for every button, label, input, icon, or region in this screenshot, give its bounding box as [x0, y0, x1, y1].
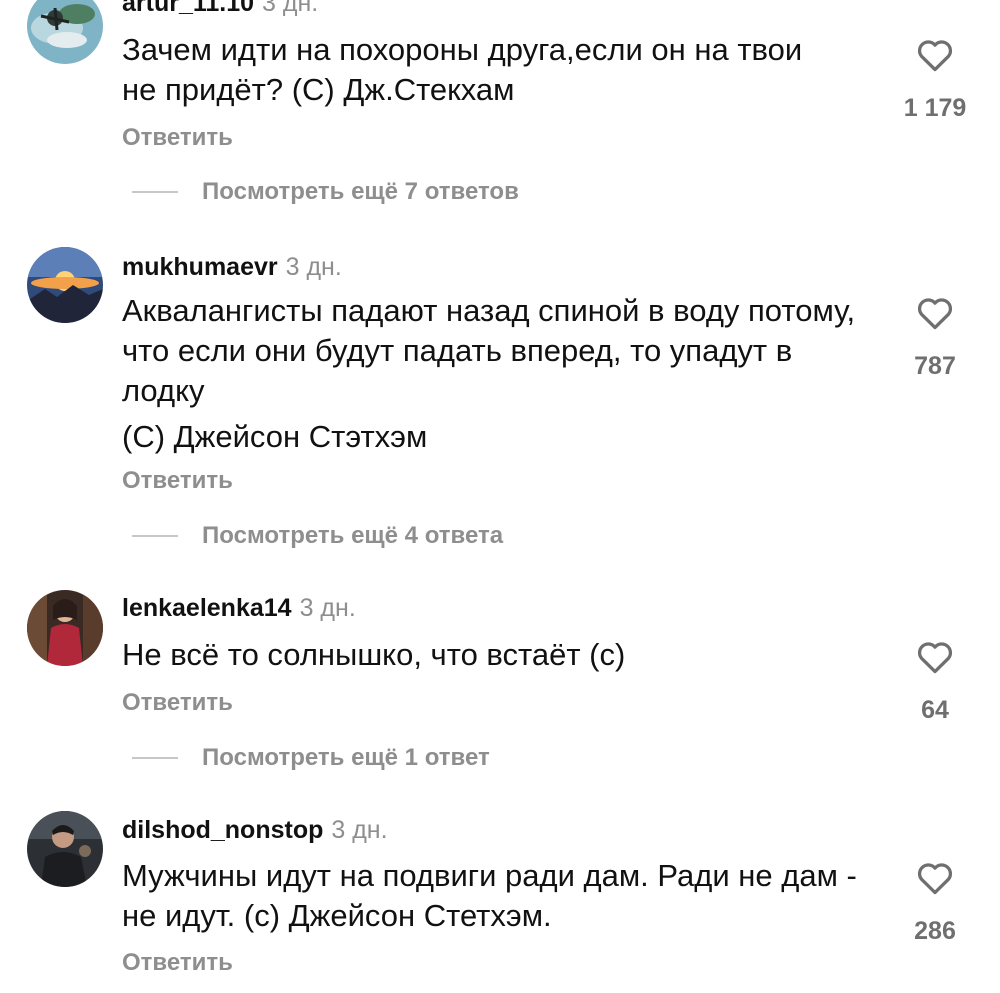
avatar[interactable] [27, 247, 103, 323]
comment-paragraph: Не всё то солнышко, что встаёт (с) [122, 637, 626, 672]
comment-paragraph: Мужчины идут на подвиги ради дам. Ради н… [122, 858, 857, 933]
timestamp: 3 дн. [285, 253, 342, 281]
heart-outline-icon[interactable] [915, 294, 955, 330]
like-button[interactable]: 64 [898, 638, 972, 725]
like-count: 286 [914, 917, 956, 945]
divider [132, 757, 178, 759]
comment-meta: mukhumaevr 3 дн. [122, 252, 342, 282]
reply-button[interactable]: Ответить [122, 948, 233, 978]
comment-text: Аквалангисты падают назад спиной в воду … [122, 291, 862, 457]
like-button[interactable]: 286 [898, 859, 972, 946]
timestamp: 3 дн. [262, 0, 319, 17]
comment-meta: lenkaelenka14 3 дн. [122, 593, 356, 623]
comment-paragraph: Зачем идти на похороны друга,если он на … [122, 32, 803, 107]
comment-paragraph: Аквалангисты падают назад спиной в воду … [122, 293, 856, 408]
heart-outline-icon[interactable] [915, 36, 955, 72]
username[interactable]: artur_11.10 [122, 0, 254, 17]
timestamp: 3 дн. [299, 594, 356, 622]
comment-text: Не всё то солнышко, что встаёт (с) [122, 635, 882, 675]
heart-outline-icon[interactable] [915, 638, 955, 674]
like-button[interactable]: 1 179 [898, 36, 972, 123]
view-replies-label: Посмотреть ещё 7 ответов [202, 178, 519, 205]
username[interactable]: dilshod_nonstop [122, 816, 323, 844]
timestamp: 3 дн. [331, 816, 388, 844]
comment-meta: dilshod_nonstop 3 дн. [122, 815, 388, 845]
comment-text: Зачем идти на похороны друга,если он на … [122, 30, 842, 110]
view-replies-button[interactable]: Посмотреть ещё 4 ответа [132, 521, 503, 551]
like-count: 787 [914, 352, 956, 380]
avatar[interactable] [27, 590, 103, 666]
divider [132, 535, 178, 537]
reply-button[interactable]: Ответить [122, 123, 233, 153]
view-replies-label: Посмотреть ещё 4 ответа [202, 522, 504, 549]
avatar[interactable] [27, 811, 103, 887]
username[interactable]: lenkaelenka14 [122, 594, 292, 622]
reply-button[interactable]: Ответить [122, 466, 233, 496]
comment-paragraph: (С) Джейсон Стэтхэм [122, 419, 428, 454]
view-replies-button[interactable]: Посмотреть ещё 7 ответов [132, 177, 519, 207]
like-button[interactable]: 787 [898, 294, 972, 381]
reply-button[interactable]: Ответить [122, 688, 233, 718]
like-count: 1 179 [903, 94, 967, 122]
like-count: 64 [921, 696, 949, 724]
heart-outline-icon[interactable] [915, 859, 955, 895]
view-replies-button[interactable]: Посмотреть ещё 1 ответ [132, 743, 490, 773]
comment-text: Мужчины идут на подвиги ради дам. Ради н… [122, 856, 862, 936]
avatar[interactable] [27, 0, 103, 64]
comment-meta: artur_11.10 3 дн. [122, 0, 318, 18]
username[interactable]: mukhumaevr [122, 253, 278, 281]
divider [132, 191, 178, 193]
view-replies-label: Посмотреть ещё 1 ответ [202, 744, 490, 771]
